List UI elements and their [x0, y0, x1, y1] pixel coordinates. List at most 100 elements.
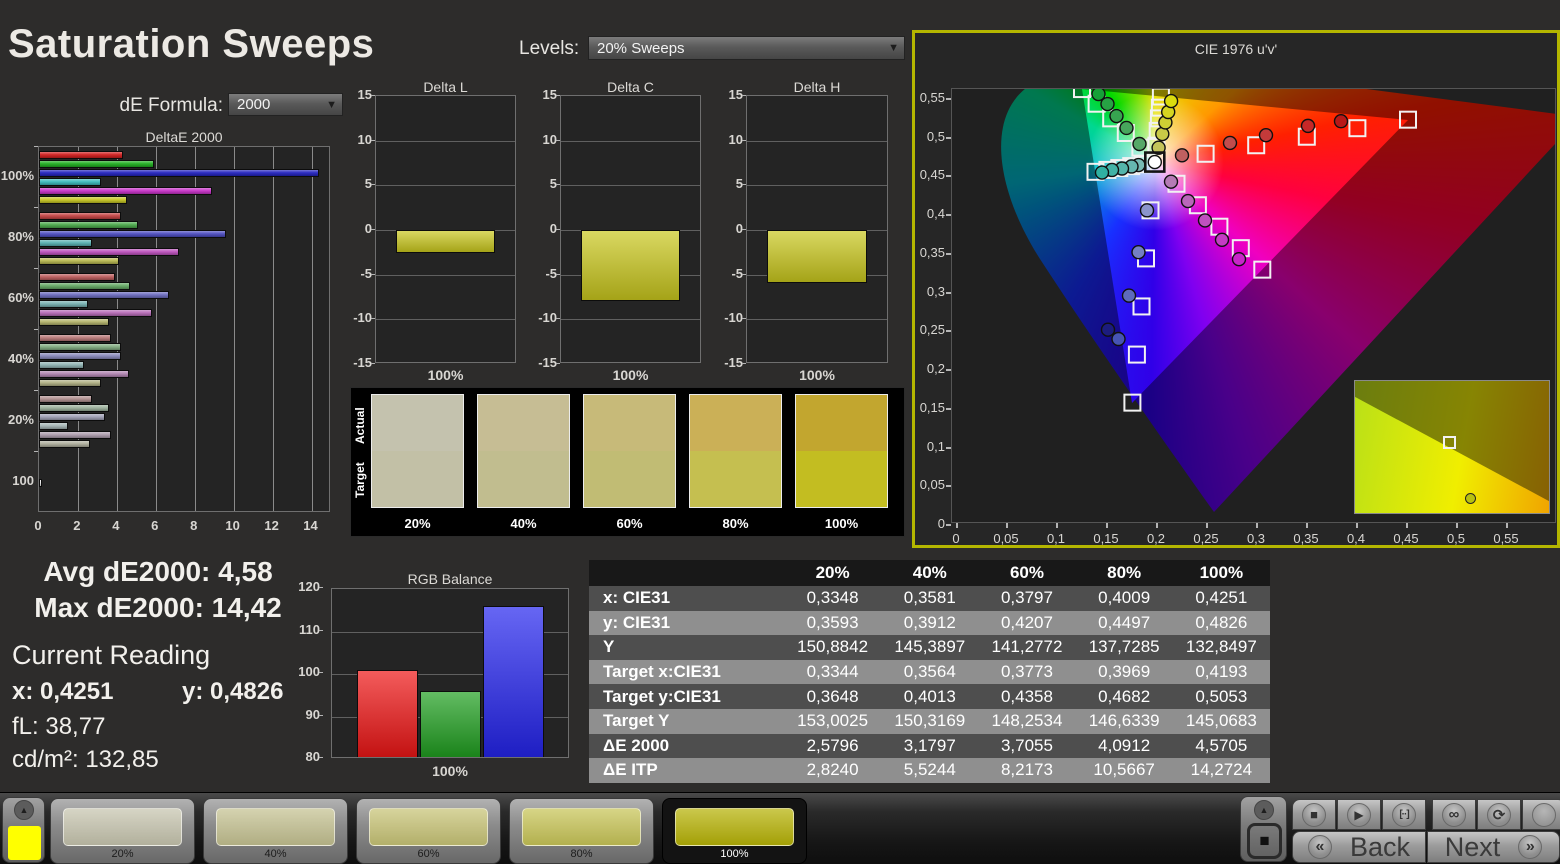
cie-measured-marker	[1121, 288, 1137, 303]
cie-x-tick: 0,15	[1093, 531, 1119, 546]
next-button[interactable]: Next »	[1427, 831, 1560, 863]
current-y: y: 0,4826	[182, 678, 284, 705]
delta_l-tick	[371, 273, 375, 275]
deltae-bar	[39, 239, 92, 247]
cie-x-tick: 0,45	[1393, 531, 1419, 546]
delta_h-tick	[742, 318, 746, 320]
deltae-bar	[39, 343, 121, 351]
page-title: Saturation Sweeps	[8, 22, 375, 66]
cie-inset-measured-marker	[1464, 492, 1476, 504]
cie-measured-marker	[1119, 120, 1134, 136]
saturation-sweeps-page: Saturation Sweeps dE Formula: 2000 ▼ Lev…	[0, 0, 1560, 864]
rgb_balance-tick	[319, 629, 323, 631]
swatch-pair	[689, 394, 782, 508]
delta_c-tick	[556, 318, 560, 320]
table-row: ΔE 2000 2,5796 3,1797 3,7055 4,0912 4,5705	[589, 733, 1270, 759]
expand-up-button[interactable]: ▲	[1254, 800, 1274, 820]
delta_c-gridline	[561, 140, 700, 142]
measurement-table: 20% 40% 60% 80% 100% x: CIE31 0,3348 0,3581 0,37…	[589, 560, 1270, 783]
table-cell: 5,5244	[903, 760, 956, 780]
de-formula-dropdown[interactable]: 2000 ▼	[228, 93, 343, 116]
saturation-level-button[interactable]: 80%	[509, 798, 654, 864]
saturation-level-button[interactable]: 100%	[662, 798, 807, 864]
delta_l-y-tick: -5	[360, 265, 372, 281]
single-measure-icon: [··]	[1392, 802, 1416, 827]
actual-swatch	[796, 395, 887, 451]
cie-y-tick: 0,25	[919, 322, 945, 338]
deltae-gridline	[233, 147, 235, 511]
cie-x-tick: 0,2	[1146, 531, 1166, 546]
media-button-play[interactable]: ▶	[1337, 799, 1381, 830]
delta_l-gridline	[376, 140, 515, 142]
cie-measured-marker	[1333, 114, 1349, 129]
rgb_balance-bar	[420, 691, 481, 757]
table-row-label: y: CIE31	[603, 612, 671, 632]
cie-tick	[1006, 523, 1008, 528]
media-button-stop[interactable]: ■	[1292, 799, 1336, 830]
deltae-bar	[39, 440, 90, 448]
cie-measured-marker	[1258, 127, 1274, 143]
deltae-bar	[39, 230, 226, 238]
cie-target-marker	[1073, 89, 1091, 99]
table-column-header: 20%	[815, 563, 850, 582]
delta_l-tick	[371, 229, 375, 230]
delta-l-plot	[375, 95, 516, 363]
media-button-blank[interactable]	[1522, 799, 1560, 830]
cie-inset-target-marker	[1443, 435, 1457, 449]
cie-measured-marker	[1222, 135, 1238, 151]
levels-label: Levels:	[519, 38, 580, 59]
delta_h-y-tick: -10	[724, 310, 743, 326]
table-row: Target y:CIE31 0,3648 0,4013 0,4358 0,4682 0,…	[589, 684, 1270, 709]
deltae-bar	[39, 178, 102, 186]
bottom-bar: ▲ ▲ ■ « Back Next » 20% 40% 60% 80% 100% ■ ▶ [·…	[0, 792, 1560, 864]
saturation-level-label: 40%	[264, 848, 287, 860]
deltae-bar	[39, 379, 102, 387]
deltae2000-chart: DeltaE 2000 0 2 4 6 8 10 12 14 100% 80% 60% 40% 20% 1…	[0, 129, 344, 533]
deltae-x-tick: 4	[112, 518, 120, 533]
delta-c-chart: Delta C 100% 15 10 5 0 -5 -10 -15	[537, 79, 709, 383]
continuous-icon: ∞	[1442, 802, 1466, 827]
levels-dropdown[interactable]: 20% Sweeps ▼	[588, 36, 905, 60]
delta_h-y-tick: 15	[728, 87, 743, 102]
cie-measured-marker	[1147, 154, 1163, 170]
table-cell: 0,5053	[1195, 686, 1248, 706]
saturation-level-swatch	[522, 808, 641, 846]
cie-tick	[956, 523, 958, 528]
rgb-balance-plot	[331, 588, 569, 758]
transport-side-panel: ▲ ■	[1240, 796, 1287, 862]
deltae-group-label: 40%	[7, 350, 34, 366]
delta_c-tick	[556, 273, 560, 275]
table-cell: 0,4251	[1195, 588, 1248, 608]
expand-up-button[interactable]: ▲	[14, 800, 34, 820]
up-arrow-icon: ▲	[19, 805, 29, 815]
delta_h-tick	[742, 95, 746, 96]
table-cell: 145,3897	[894, 637, 966, 657]
current-color-swatch[interactable]	[8, 826, 41, 860]
cie-tick	[946, 407, 951, 410]
swatch-pair-label: 60%	[616, 516, 643, 531]
deltae-x-tick: 12	[264, 518, 279, 533]
saturation-level-button[interactable]: 40%	[203, 798, 348, 864]
chevron-down-icon: ▼	[888, 42, 899, 54]
target-swatch	[690, 451, 781, 507]
rgb-balance-title: RGB Balance	[407, 571, 493, 587]
saturation-level-label: 80%	[570, 848, 593, 860]
rgb_balance-bar	[357, 669, 418, 757]
saturation-level-button[interactable]: 60%	[356, 798, 501, 864]
delta_c-gridline	[561, 185, 700, 187]
media-button-continuous[interactable]: ∞	[1432, 799, 1476, 830]
delta-c-title: Delta C	[607, 79, 654, 95]
delta_c-tick	[556, 184, 560, 186]
delta_l-gridline	[376, 319, 515, 321]
media-button-single-measure[interactable]: [··]	[1382, 799, 1426, 830]
cie-tick	[946, 524, 951, 526]
media-button-refresh[interactable]: ⟳	[1477, 799, 1521, 830]
stop-measure-button[interactable]: ■	[1247, 823, 1282, 859]
cie-x-tick: 0,55	[1493, 531, 1519, 546]
saturation-level-button[interactable]: 20%	[50, 798, 195, 864]
cie-tick	[946, 252, 951, 255]
deltae-x-tick: 8	[190, 518, 198, 533]
table-row: Target x:CIE31 0,3344 0,3564 0,3773 0,3969 0,…	[589, 659, 1270, 685]
deltae-bar	[39, 187, 213, 195]
back-button[interactable]: « Back	[1292, 831, 1426, 863]
